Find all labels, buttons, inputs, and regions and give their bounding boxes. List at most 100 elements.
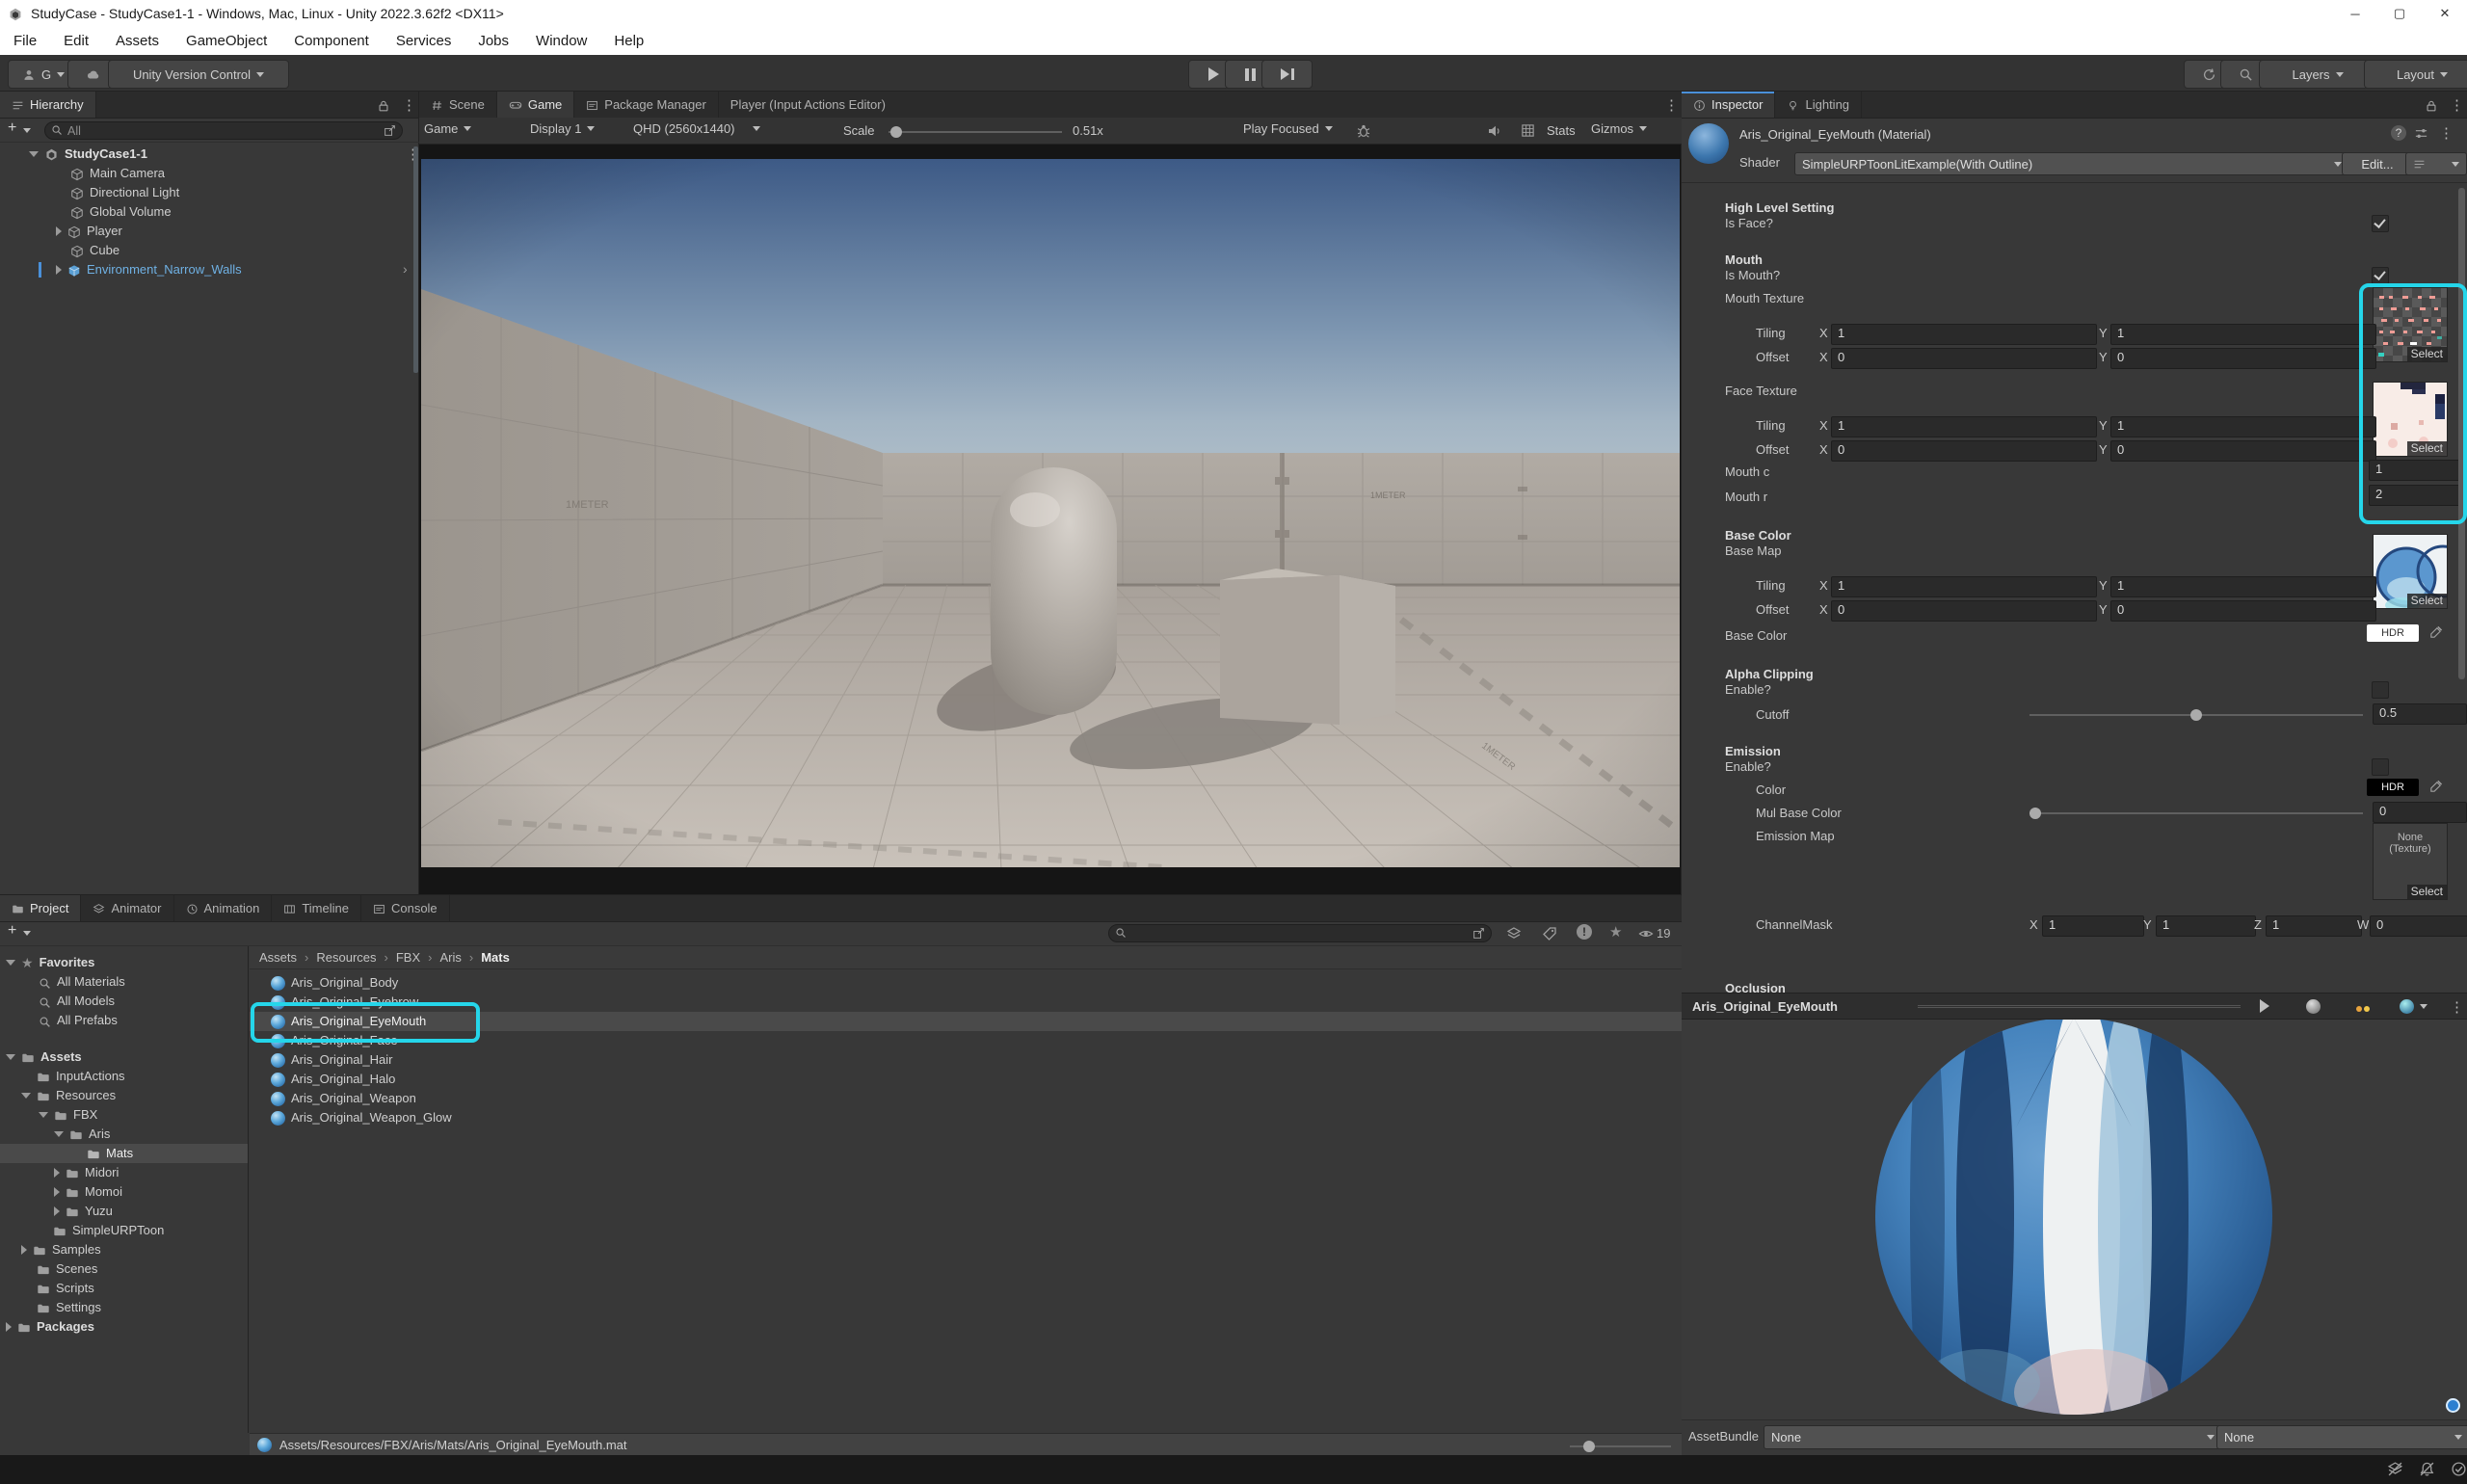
create-asset-button[interactable]: + (8, 922, 16, 940)
hierarchy-item-global-volume[interactable]: Global Volume (0, 202, 419, 222)
favorites-star-icon[interactable]: ★ (1609, 923, 1622, 941)
preview-drag-handle[interactable] (1918, 1005, 2241, 1008)
menu-component[interactable]: Component (280, 33, 383, 49)
is-mouth-checkbox[interactable] (2372, 267, 2389, 284)
mouth-offset-x[interactable]: 0 (1831, 348, 2097, 369)
tree-aris[interactable]: Aris (0, 1125, 249, 1144)
tree-midori[interactable]: Midori (0, 1163, 249, 1182)
pick-icon[interactable] (384, 122, 396, 140)
face-offset-y[interactable]: 0 (2110, 440, 2376, 462)
base-offset-y[interactable]: 0 (2110, 600, 2376, 622)
file-aris-original-halo[interactable]: Aris_Original_Halo (250, 1070, 1682, 1089)
hierarchy-item-player[interactable]: Player (0, 222, 419, 241)
tree-momoi[interactable]: Momoi (0, 1182, 249, 1202)
layout-dropdown[interactable]: Layout (2364, 60, 2467, 89)
base-tiling-y[interactable]: 1 (2110, 576, 2376, 597)
tree-mats-selected[interactable]: Mats (0, 1144, 249, 1163)
tree-simpleurptoon[interactable]: SimpleURPToon (0, 1221, 249, 1240)
tree-all-prefabs[interactable]: All Prefabs (0, 1011, 249, 1030)
add-gameobject-caret[interactable] (23, 128, 31, 133)
file-aris-original-hair[interactable]: Aris_Original_Hair (250, 1050, 1682, 1070)
display-dropdown[interactable]: Display 1 (530, 121, 595, 136)
stats-toggle[interactable]: Stats (1547, 123, 1576, 138)
game-mode-dropdown[interactable]: Game (424, 121, 471, 136)
file-aris-original-weapon[interactable]: Aris_Original_Weapon (250, 1089, 1682, 1108)
material-preview-area[interactable] (1682, 1020, 2467, 1419)
shader-dropdown[interactable]: SimpleURPToonLitExample(With Outline) (1794, 152, 2349, 175)
tree-all-materials[interactable]: All Materials (0, 972, 249, 992)
crumb-assets[interactable]: Assets (259, 950, 297, 965)
inspector-kebab[interactable]: ⋮ (2450, 96, 2464, 114)
crumb-mats[interactable]: Mats (481, 950, 510, 965)
mul-base-color-field[interactable]: 0 (2373, 802, 2467, 823)
layers-dropdown[interactable]: Layers (2259, 60, 2376, 89)
tree-assets[interactable]: Assets (0, 1047, 249, 1067)
create-asset-caret[interactable] (23, 931, 31, 936)
face-texture-select[interactable]: Select (2407, 441, 2447, 456)
crumb-resources[interactable]: Resources (316, 950, 376, 965)
emission-map-select[interactable]: Select (2407, 885, 2447, 899)
tab-game[interactable]: Game (497, 92, 574, 118)
preview-kebab[interactable]: ⋮ (2450, 998, 2464, 1016)
hierarchy-scrollbar[interactable] (413, 146, 418, 373)
pick-icon[interactable] (1472, 925, 1485, 942)
channelmask-z[interactable]: 1 (2266, 915, 2362, 937)
icon-size-thumb[interactable] (1583, 1441, 1595, 1452)
mouth-texture-thumbnail[interactable]: Select (2373, 287, 2448, 362)
file-aris-original-body[interactable]: Aris_Original_Body (250, 973, 1682, 993)
tab-inspector[interactable]: Inspector (1682, 92, 1775, 118)
tab-timeline[interactable]: Timeline (272, 895, 361, 921)
preview-shape-icon[interactable] (2306, 999, 2321, 1014)
mute-audio-icon[interactable] (1487, 122, 1502, 139)
tree-inputactions[interactable]: InputActions (0, 1067, 249, 1086)
base-offset-x[interactable]: 0 (1831, 600, 2097, 622)
mouth-offset-y[interactable]: 0 (2110, 348, 2376, 369)
presets-icon[interactable] (2414, 125, 2428, 143)
search-importance-icon[interactable]: ! (1577, 924, 1592, 940)
hierarchy-item-cube[interactable]: Cube (0, 241, 419, 260)
mul-base-color-slider[interactable] (2029, 812, 2363, 814)
tree-scenes[interactable]: Scenes (0, 1259, 249, 1279)
close-button[interactable]: ✕ (2423, 0, 2467, 27)
assetbundle-dropdown[interactable]: None (1764, 1425, 2222, 1449)
game-panel-kebab[interactable]: ⋮ (1664, 96, 1679, 114)
mouth-r-field[interactable]: 2 (2369, 485, 2467, 506)
file-aris-original-face[interactable]: Aris_Original_Face (250, 1031, 1682, 1050)
menu-gameobject[interactable]: GameObject (172, 33, 280, 49)
hierarchy-item-main-camera[interactable]: Main Camera (0, 164, 419, 183)
menu-services[interactable]: Services (383, 33, 465, 49)
emission-enable-checkbox[interactable] (2372, 758, 2389, 776)
menu-jobs[interactable]: Jobs (464, 33, 522, 49)
emission-color-swatch[interactable]: HDR (2367, 779, 2419, 796)
hierarchy-search-input[interactable]: All (44, 121, 403, 140)
mouth-tiling-x[interactable]: 1 (1831, 324, 2097, 345)
preview-header[interactable]: Aris_Original_EyeMouth ⋮ (1682, 993, 2467, 1020)
crumb-aris[interactable]: Aris (439, 950, 461, 965)
tab-console[interactable]: Console (361, 895, 450, 921)
assetbundle-variant-dropdown[interactable]: None (2216, 1425, 2467, 1449)
eyedropper-icon[interactable] (2428, 779, 2443, 796)
base-map-thumbnail[interactable]: Select (2373, 534, 2448, 609)
base-color-swatch[interactable]: HDR (2367, 624, 2419, 642)
tab-package-manager[interactable]: Package Manager (574, 92, 719, 118)
play-focused-dropdown[interactable]: Play Focused (1243, 121, 1333, 136)
emission-map-thumbnail[interactable]: None(Texture) Select (2373, 823, 2448, 900)
file-aris-original-eyemouth-selected[interactable]: Aris_Original_EyeMouth (250, 1012, 1682, 1031)
crumb-fbx[interactable]: FBX (396, 950, 420, 965)
eyedropper-icon[interactable] (2428, 624, 2443, 642)
menu-file[interactable]: File (0, 33, 50, 49)
maximize-button[interactable]: ▢ (2377, 0, 2422, 27)
hidden-count-eye-icon[interactable] (1638, 925, 1654, 942)
vsync-grid-icon[interactable] (1521, 122, 1535, 138)
tree-resources[interactable]: Resources (0, 1086, 249, 1105)
file-aris-original-eyebrow[interactable]: Aris_Original_Eyebrow (250, 993, 1682, 1012)
tree-fbx[interactable]: FBX (0, 1105, 249, 1125)
all-clear-icon[interactable] (2451, 1461, 2467, 1477)
mouth-c-field[interactable]: 1 (2369, 460, 2467, 481)
mouth-tiling-y[interactable]: 1 (2110, 324, 2376, 345)
game-viewport[interactable]: 1METER 1METER 1METER (421, 159, 1680, 867)
tab-animation[interactable]: Animation (174, 895, 273, 921)
step-button[interactable] (1261, 60, 1313, 89)
menu-edit[interactable]: Edit (50, 33, 102, 49)
tab-project[interactable]: Project (0, 895, 81, 921)
